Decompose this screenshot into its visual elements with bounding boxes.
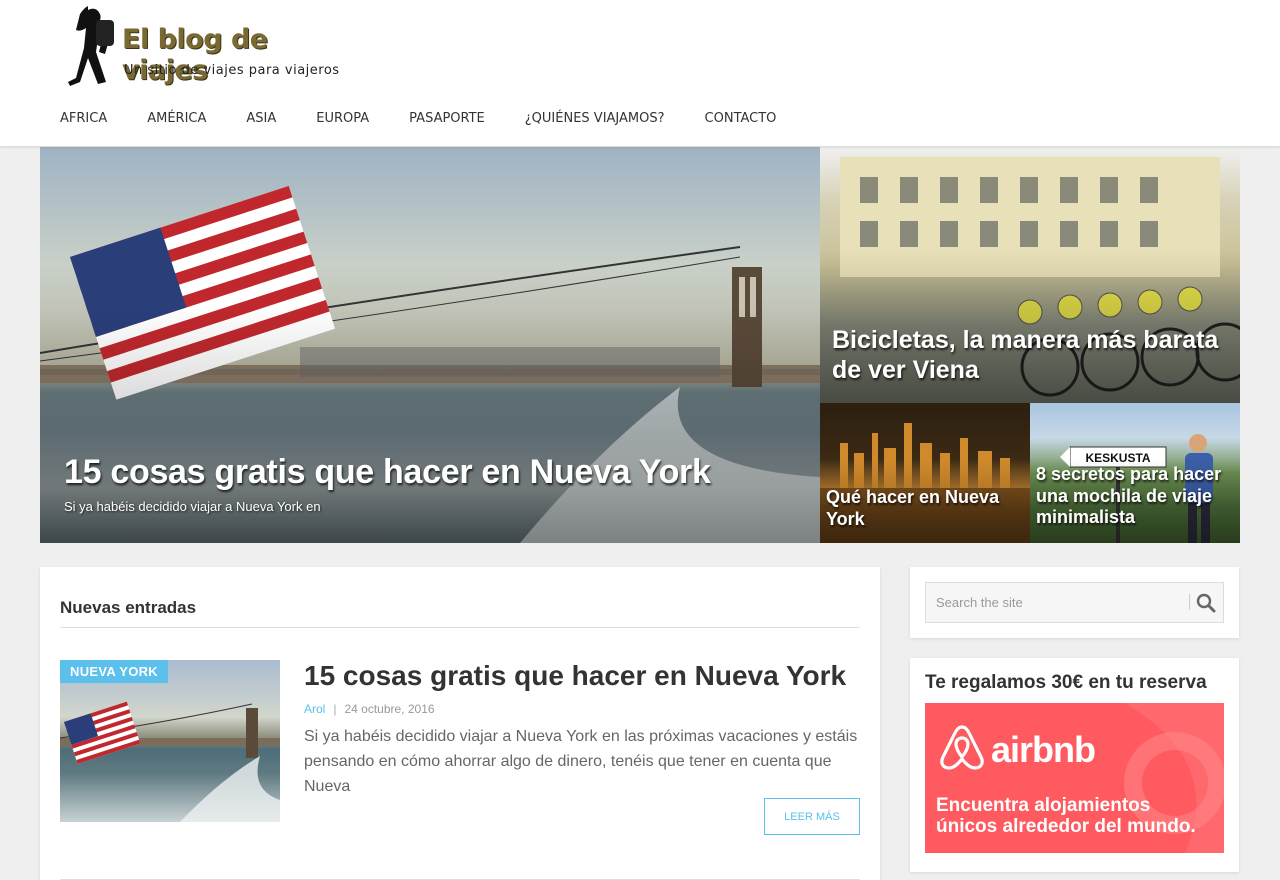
- main-nav: AFRICA AMÉRICA ASIA EUROPA PASAPORTE ¿QU…: [60, 111, 816, 126]
- nav-item-africa[interactable]: AFRICA: [60, 111, 107, 126]
- airbnb-banner[interactable]: airbnb Encuentra alojamientos únicos alr…: [925, 703, 1224, 853]
- featured-mochila-title[interactable]: 8 secretos para hacer una mochila de via…: [1036, 464, 1236, 529]
- search-divider: [1189, 594, 1190, 610]
- featured-main-excerpt: Si ya habéis decidido viajar a Nueva Yor…: [64, 499, 321, 514]
- post-excerpt: Si ya habéis decidido viajar a Nueva Yor…: [304, 728, 858, 795]
- search-icon[interactable]: [1194, 591, 1218, 615]
- airbnb-brand-text: airbnb: [991, 729, 1096, 770]
- featured-ny-title[interactable]: Qué hacer en Nueva York: [826, 487, 1016, 530]
- nav-item-pasaporte[interactable]: PASAPORTE: [409, 111, 485, 126]
- promo-widget: Te regalamos 30€ en tu reserva airbnb En…: [910, 658, 1239, 872]
- nav-item-quienes-viajamos[interactable]: ¿QUIÉNES VIAJAMOS?: [525, 111, 665, 126]
- post-thumbnail-image: [60, 701, 280, 822]
- search-input[interactable]: [926, 583, 1188, 622]
- airbnb-logo-icon: [940, 725, 984, 770]
- read-more-button[interactable]: LEER MÁS: [764, 798, 860, 835]
- recent-posts-card: Nuevas entradas NUEVA YORK 15 cosas grat…: [40, 567, 880, 880]
- airbnb-tagline: Encuentra alojamientos únicos alrededor …: [936, 795, 1196, 837]
- search-box: [925, 582, 1224, 623]
- featured-post-nueva-york[interactable]: Qué hacer en Nueva York: [820, 403, 1030, 543]
- nav-item-contacto[interactable]: CONTACTO: [705, 111, 777, 126]
- meta-separator: |: [333, 702, 337, 716]
- post-category-badge[interactable]: NUEVA YORK: [60, 660, 168, 683]
- section-divider: [60, 627, 860, 628]
- post-date: 24 octubre, 2016: [344, 702, 435, 716]
- post-author[interactable]: Arol: [304, 702, 325, 716]
- featured-viena-title[interactable]: Bicicletas, la manera más barata de ver …: [832, 325, 1232, 385]
- featured-main-post[interactable]: 15 cosas gratis que hacer en Nueva York …: [40, 147, 820, 543]
- promo-title: Te regalamos 30€ en tu reserva: [925, 672, 1207, 693]
- featured-post-mochila[interactable]: KESKUSTA 8 secretos para hacer una mochi…: [1030, 403, 1240, 543]
- site-logo[interactable]: El blog de viajes Un sitio de viajes par…: [62, 6, 362, 94]
- featured-post-viena[interactable]: Bicicletas, la manera más barata de ver …: [820, 147, 1240, 403]
- post-thumbnail[interactable]: [60, 660, 280, 822]
- post-title[interactable]: 15 cosas gratis que hacer en Nueva York: [304, 660, 846, 692]
- logo-subtitle: Un sitio de viajes para viajeros: [124, 63, 340, 78]
- search-widget: [910, 567, 1239, 638]
- featured-main-title[interactable]: 15 cosas gratis que hacer en Nueva York: [64, 452, 711, 493]
- post-meta: Arol | 24 octubre, 2016: [304, 702, 435, 716]
- nav-item-europa[interactable]: EUROPA: [316, 111, 369, 126]
- featured-posts: 15 cosas gratis que hacer en Nueva York …: [40, 147, 1240, 543]
- hiker-logo-icon: [68, 6, 114, 86]
- site-header: El blog de viajes Un sitio de viajes par…: [0, 0, 1280, 146]
- section-title: Nuevas entradas: [60, 598, 197, 617]
- nav-item-america[interactable]: AMÉRICA: [147, 111, 206, 126]
- nav-item-asia[interactable]: ASIA: [246, 111, 276, 126]
